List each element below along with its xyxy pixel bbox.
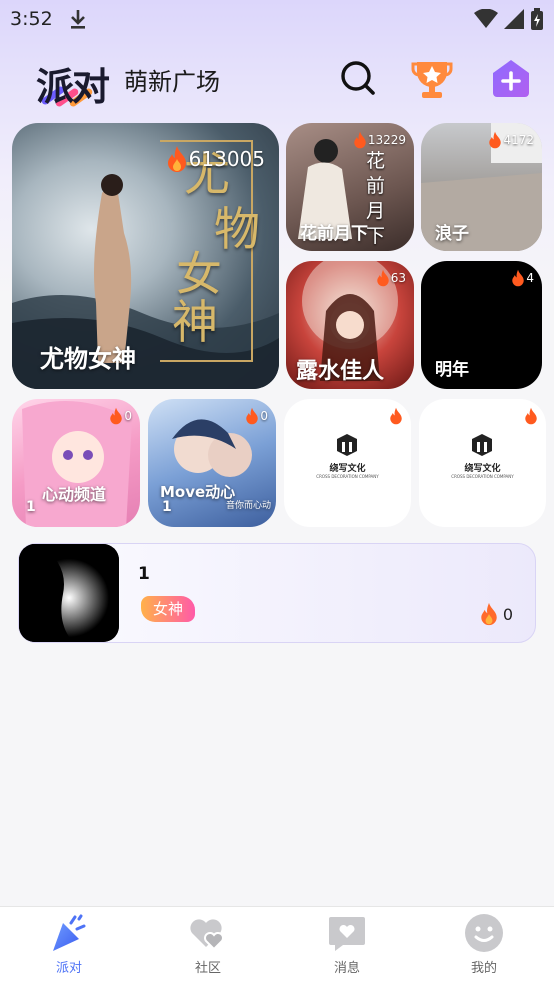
room-name: 明年	[435, 360, 469, 380]
room-heat-value: 0	[124, 409, 132, 423]
status-bar: 3:52	[0, 0, 554, 38]
tab-label: 消息	[333, 961, 360, 976]
tab-label: 派对	[55, 961, 82, 976]
room-heat: 13229	[353, 131, 406, 149]
room-heat	[524, 407, 538, 425]
poster-char: 物	[214, 202, 260, 256]
flame-icon	[489, 131, 502, 149]
smiley-icon	[465, 914, 503, 952]
hearts-icon	[190, 919, 224, 951]
room-heat-value: 0	[502, 604, 513, 624]
wifi-icon	[474, 8, 498, 33]
download-icon	[68, 8, 88, 34]
room-heat-value: 4	[526, 271, 534, 285]
status-time: 3:52	[10, 8, 53, 30]
room-list-item[interactable]: 1 女神 0	[18, 543, 536, 643]
room-heat-value: 13229	[367, 133, 406, 147]
create-room-button[interactable]	[489, 56, 533, 100]
message-icon	[329, 917, 365, 951]
room-member-count: 1	[26, 499, 36, 515]
search-button[interactable]	[336, 56, 380, 100]
room-name: 尤物女神	[40, 345, 136, 373]
room-heat-value: 4172	[503, 133, 534, 147]
flame-icon	[512, 269, 525, 287]
room-card[interactable]: 0 Move动心 音你而心动 1	[148, 399, 276, 527]
flame-icon	[246, 407, 259, 425]
room-heat-value: 63	[390, 271, 406, 285]
room-member-count: 1	[162, 499, 172, 515]
room-heat: 0	[479, 602, 513, 626]
brand-logo-icon	[472, 434, 492, 456]
app-logo: 派对	[36, 56, 110, 109]
room-card[interactable]: 4172 浪子	[421, 123, 542, 251]
flame-icon	[376, 269, 389, 287]
featured-room-card[interactable]: 尤 物 女 神 613005 尤物女神	[12, 123, 279, 389]
logo-text: 派对	[36, 64, 110, 109]
tab-profile[interactable]: 我的	[434, 907, 534, 985]
room-heat-value: 613005	[188, 147, 265, 171]
brand-logo-icon	[337, 434, 357, 456]
signal-icon	[504, 9, 524, 33]
room-name: 浪子	[435, 224, 469, 244]
room-heat: 4	[511, 269, 534, 287]
room-heat-value: 0	[260, 409, 268, 423]
room-card[interactable]: 绕写文化 CROSS DECORATION COMPANY	[419, 399, 546, 527]
room-heat	[389, 407, 403, 425]
flame-icon	[110, 407, 123, 425]
room-tag: 女神	[141, 596, 196, 622]
home-plus-icon	[493, 60, 529, 97]
room-thumbnail	[19, 544, 119, 642]
room-name: 露水佳人	[296, 358, 385, 384]
poster-text: 花前月下	[366, 150, 386, 247]
room-heat: 613005	[166, 145, 265, 173]
flame-icon	[354, 131, 366, 149]
room-card[interactable]: 0 心动频道 1	[12, 399, 140, 527]
room-heat: 0	[245, 407, 268, 425]
tab-party[interactable]: 派对	[19, 907, 119, 985]
room-heat: 4172	[488, 131, 534, 149]
room-name: 花前月下	[300, 224, 368, 244]
room-card[interactable]: 绕写文化 CROSS DECORATION COMPANY	[284, 399, 411, 527]
brand-subtitle: CROSS DECORATION COMPANY	[316, 474, 379, 479]
tab-label: 社区	[194, 961, 221, 976]
flame-icon	[167, 146, 186, 172]
room-card[interactable]: 63 露水佳人	[286, 261, 414, 389]
search-icon	[341, 61, 375, 95]
room-subtitle: 音你而心动	[226, 501, 272, 511]
brand-subtitle: CROSS DECORATION COMPANY	[451, 474, 514, 479]
room-card[interactable]: 花前月下 13229 花前月下	[286, 123, 414, 251]
flame-icon	[390, 407, 402, 425]
battery-icon	[530, 8, 544, 34]
room-heat: 63	[376, 269, 406, 287]
poster-char: 女	[176, 247, 222, 301]
ranking-button[interactable]	[410, 56, 454, 100]
bottom-tab-bar: 派对 社区 消息 我的	[0, 906, 554, 985]
tab-messages[interactable]: 消息	[297, 907, 397, 985]
flame-icon	[525, 407, 537, 425]
tab-label: 我的	[470, 961, 497, 976]
flame-icon	[481, 602, 497, 626]
party-popper-icon	[53, 914, 86, 951]
page-title: 萌新广场	[124, 68, 220, 96]
trophy-icon	[411, 62, 453, 98]
brand-name: 绕写文化	[329, 464, 366, 474]
poster-char: 神	[172, 295, 218, 349]
room-cover-art	[19, 544, 119, 642]
status-icons	[474, 8, 544, 34]
brand-name: 绕写文化	[464, 464, 501, 474]
room-name: 1	[138, 564, 150, 584]
tab-community[interactable]: 社区	[158, 907, 258, 985]
header: 派对 萌新广场	[0, 50, 554, 110]
room-heat: 0	[109, 407, 132, 425]
room-name: 心动频道	[42, 485, 107, 504]
room-card[interactable]: 4 明年	[421, 261, 542, 389]
